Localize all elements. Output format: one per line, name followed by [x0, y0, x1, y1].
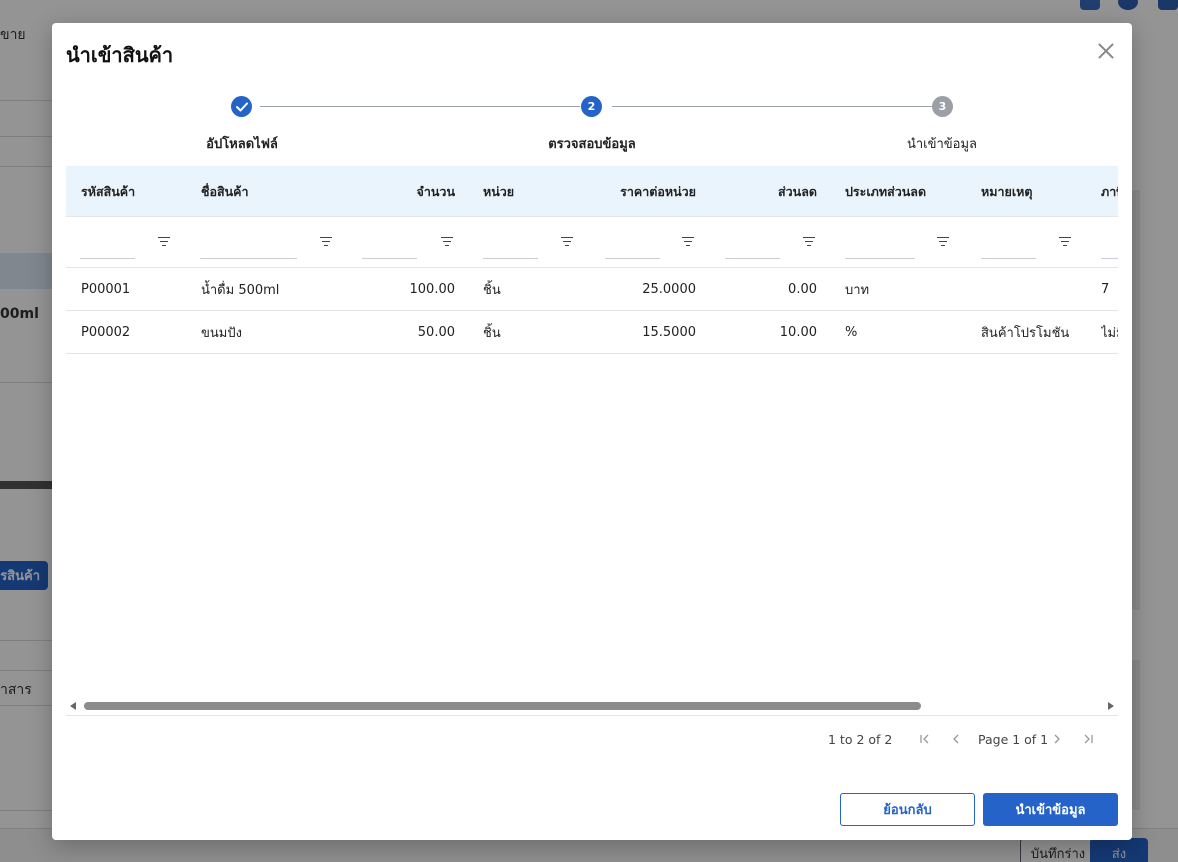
filter-icon[interactable] — [441, 237, 453, 247]
preview-data-grid: รหัสสินค้า ชื่อสินค้า จำนวน หน่วย ราคาต่… — [66, 166, 1118, 715]
cell-price: 15.5000 — [642, 325, 696, 340]
cell-qty: 50.00 — [417, 325, 455, 340]
cell-discount-type: บาท — [845, 283, 870, 298]
scroll-right-icon[interactable] — [1108, 702, 1114, 710]
filter-input-discount[interactable] — [725, 231, 780, 259]
back-button[interactable]: ย้อนกลับ — [840, 793, 975, 826]
cell-unit: ชิ้น — [483, 283, 501, 298]
filter-icon[interactable] — [682, 237, 694, 247]
filter-input-note[interactable] — [981, 231, 1036, 259]
cell-code: P00001 — [81, 282, 131, 297]
import-products-modal: นำเข้าสินค้า 2 3 อัปโหลดไฟล์ ตรวจสอบข้อม… — [52, 23, 1132, 840]
cell-name: ขนมปัง — [201, 326, 242, 341]
filter-input-code[interactable] — [80, 231, 135, 259]
cell-note: สินค้าโปรโมชัน — [981, 326, 1070, 341]
column-header-name[interactable]: ชื่อสินค้า — [201, 166, 341, 217]
first-page-icon[interactable] — [915, 729, 935, 749]
grid-header-row: รหัสสินค้า ชื่อสินค้า จำนวน หน่วย ราคาต่… — [66, 166, 1118, 217]
import-data-button[interactable]: นำเข้าข้อมูล — [983, 793, 1118, 826]
filter-input-tax[interactable] — [1101, 231, 1118, 259]
filter-icon[interactable] — [320, 237, 332, 247]
import-stepper: 2 3 อัปโหลดไฟล์ ตรวจสอบข้อมูล นำเข้าข้อม… — [52, 95, 1132, 155]
last-page-icon[interactable] — [1078, 729, 1098, 749]
cell-discount-type: % — [845, 325, 858, 340]
scrollbar-thumb[interactable] — [84, 702, 921, 710]
cell-name: น้ำดื่ม 500ml — [201, 283, 280, 298]
step-connector — [260, 106, 580, 107]
column-header-code[interactable]: รหัสสินค้า — [81, 166, 181, 217]
cell-qty: 100.00 — [409, 282, 456, 297]
filter-input-price[interactable] — [605, 231, 660, 259]
step-connector — [612, 106, 932, 107]
grid-pagination: 1 to 2 of 2 Page 1 of 1 — [66, 727, 1118, 753]
cell-tax: ไม่มี — [1101, 326, 1118, 341]
cell-discount: 0.00 — [788, 282, 817, 297]
cell-discount: 10.00 — [779, 325, 817, 340]
column-header-price[interactable]: ราคาต่อหน่วย — [596, 166, 696, 217]
step-1-label: อัปโหลดไฟล์ — [206, 137, 278, 152]
table-row[interactable]: P00001 น้ำดื่ม 500ml 100.00 ชิ้น 25.0000… — [66, 268, 1118, 311]
filter-icon[interactable] — [158, 237, 170, 247]
column-header-tax[interactable]: ภาษี — [1101, 166, 1118, 217]
page-indicator-text: Page 1 of 1 — [978, 732, 1049, 747]
filter-input-discount-type[interactable] — [845, 231, 915, 259]
step-3-label: นำเข้าข้อมูล — [906, 137, 978, 152]
row-count-text: 1 to 2 of 2 — [828, 732, 893, 747]
filter-input-unit[interactable] — [483, 231, 538, 259]
column-header-qty[interactable]: จำนวน — [366, 166, 455, 217]
chevron-right-icon[interactable] — [1047, 729, 1067, 749]
filter-icon[interactable] — [937, 237, 949, 247]
cell-note — [981, 268, 1091, 311]
filter-icon[interactable] — [803, 237, 815, 247]
column-header-note[interactable]: หมายเหตุ — [981, 166, 1081, 217]
cell-code: P00002 — [81, 325, 131, 340]
step-3-indicator: 3 — [932, 96, 953, 117]
column-header-discount-type[interactable]: ประเภทส่วนลด — [845, 166, 965, 217]
column-header-discount[interactable]: ส่วนลด — [726, 166, 817, 217]
cell-price: 25.0000 — [642, 282, 696, 297]
filter-input-name[interactable] — [200, 231, 297, 259]
step-2-label: ตรวจสอบข้อมูล — [548, 137, 636, 152]
grid-horizontal-scrollbar[interactable] — [66, 699, 1118, 713]
step-1-check-icon — [231, 96, 252, 117]
grid-filter-row — [66, 217, 1118, 268]
modal-title: นำเข้าสินค้า — [66, 43, 174, 67]
cell-unit: ชิ้น — [483, 326, 501, 341]
filter-input-qty[interactable] — [362, 231, 417, 259]
close-icon[interactable] — [1098, 43, 1114, 59]
column-header-unit[interactable]: หน่วย — [483, 166, 583, 217]
filter-icon[interactable] — [561, 237, 573, 247]
table-row[interactable]: P00002 ขนมปัง 50.00 ชิ้น 15.5000 10.00 %… — [66, 311, 1118, 354]
grid-divider — [66, 715, 1118, 716]
filter-icon[interactable] — [1059, 237, 1071, 247]
scroll-left-icon[interactable] — [70, 702, 76, 710]
chevron-left-icon[interactable] — [946, 729, 966, 749]
step-2-indicator: 2 — [581, 96, 602, 117]
cell-tax: 7 — [1101, 282, 1110, 297]
